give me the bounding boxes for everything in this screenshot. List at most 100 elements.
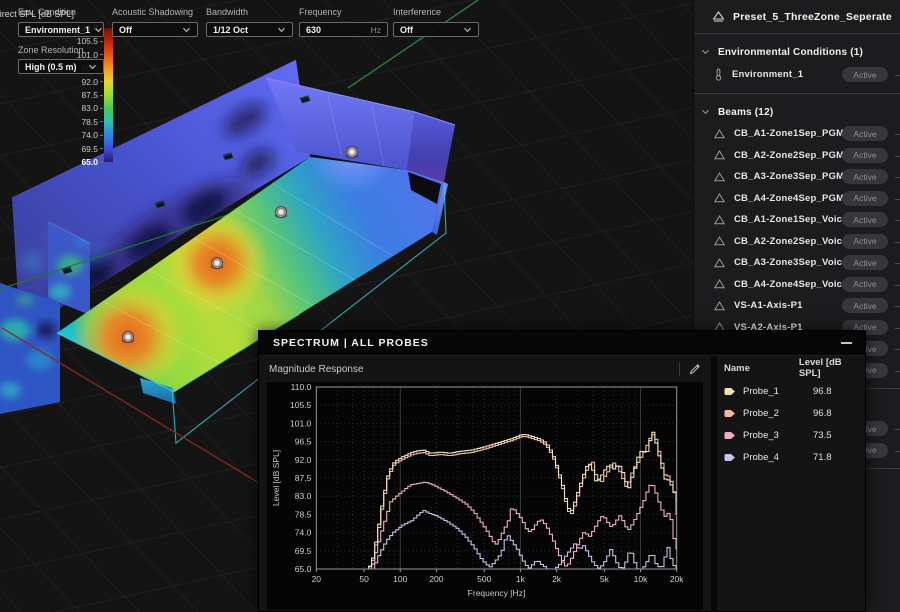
- field-value: Environment_1: [25, 25, 90, 35]
- list-item-cb-a3-zone3sep-pgm[interactable]: CB_A3-Zone3Sep_PGMActive →: [694, 166, 900, 188]
- dropdown-acoustic-shadowing[interactable]: Off: [112, 22, 198, 37]
- beam-icon: [714, 215, 725, 225]
- colorbar-tick-label: 92.0: [81, 77, 98, 87]
- table-row-probe_2[interactable]: Probe_296.8: [717, 402, 865, 424]
- tick-label: 83.0: [295, 491, 312, 501]
- beam-icon: [714, 236, 725, 246]
- arrow-right-icon[interactable]: →: [893, 300, 900, 311]
- probe-marker[interactable]: [275, 207, 288, 219]
- trace-probe_3: [363, 482, 677, 569]
- spectrum-panel-titlebar[interactable]: SPECTRUM | ALL PROBES: [259, 331, 865, 356]
- field-label-acoustic-shadowing: Acoustic Shadowing: [112, 7, 193, 17]
- arrow-right-icon[interactable]: →: [893, 193, 900, 204]
- colorbar-tick-mark: [100, 108, 103, 109]
- tick-label: 1k: [516, 574, 526, 584]
- table-header-level: Level [dB SPL]: [799, 357, 865, 379]
- thermometer-icon: [714, 68, 723, 81]
- preset-header[interactable]: Preset_5_ThreeZone_Seperate: [694, 0, 900, 34]
- list-item-cb-a2-zone2sep-pgm[interactable]: CB_A2-Zone2Sep_PGMActive→: [694, 145, 900, 167]
- beam-icon: [714, 258, 725, 268]
- colorbar-tick-label: 74.0: [81, 130, 98, 140]
- arrow-right-icon[interactable]: →: [893, 128, 900, 139]
- field-label-bandwidth: Bandwidth: [206, 7, 248, 17]
- arrow-right-icon[interactable]: →: [893, 171, 900, 182]
- list-item-cb-a2-zone2sep-voice[interactable]: CB_A2-Zone2Sep_VoiceActive→: [694, 231, 900, 253]
- dropdown-zone-resolution[interactable]: High (0.5 m): [18, 59, 104, 74]
- section-title: Beams (12): [718, 107, 773, 118]
- item-label: CB_A1-Zone1Sep_Voice: [734, 214, 848, 225]
- arrow-right-icon[interactable]: →: [893, 214, 900, 225]
- divider: [679, 362, 680, 376]
- list-item-cb-a4-zone4sep-voice[interactable]: CB_A4-Zone4Sep_VoiceActive→: [694, 274, 900, 296]
- colorbar-tick-label: 83.0: [81, 103, 98, 113]
- table-row-probe_4[interactable]: Probe_471.8: [717, 446, 865, 468]
- tick-label: 87.5: [295, 473, 312, 483]
- magnitude-response-chart[interactable]: 110.0105.5101.096.592.087.583.078.574.06…: [267, 382, 703, 610]
- colorbar-tick-mark: [100, 54, 103, 55]
- list-item-cb-a1-zone1sep-pgm[interactable]: CB_A1-Zone1Sep_PGMActive→: [694, 123, 900, 145]
- arrow-right-icon[interactable]: →: [893, 343, 900, 354]
- probe-marker[interactable]: [122, 332, 135, 344]
- spectrum-panel: SPECTRUM | ALL PROBES Magnitude Response…: [258, 330, 866, 612]
- list-item-cb-a1-zone1sep-voice[interactable]: CB_A1-Zone1Sep_VoiceActive →: [694, 209, 900, 231]
- spectrum-traces: [363, 432, 677, 569]
- probe-level: 96.8: [813, 408, 832, 419]
- edit-button[interactable]: [689, 363, 701, 375]
- item-label: CB_A4-Zone4Sep_PGM: [734, 193, 844, 204]
- chevron-down-icon: [463, 27, 472, 33]
- tick-label: 105.5: [290, 400, 312, 410]
- item-label: CB_A4-Zone4Sep_Voice: [734, 279, 848, 290]
- colorbar-tick-mark: [100, 148, 103, 149]
- status-badge: Active: [842, 212, 888, 227]
- arrow-right-icon[interactable]: →: [893, 69, 900, 80]
- probe-level: 71.8: [813, 452, 832, 463]
- probe-level: 73.5: [813, 430, 832, 441]
- dropdown-env-condition[interactable]: Environment_1: [18, 22, 104, 37]
- arrow-right-icon[interactable]: →: [893, 257, 900, 268]
- list-item-vs-a1-axis-p1[interactable]: VS-A1-Axis-P1Active→: [694, 295, 900, 317]
- arrow-right-icon[interactable]: →: [893, 322, 900, 333]
- field-value: Off: [119, 25, 178, 35]
- arrow-right-icon[interactable]: →: [893, 279, 900, 290]
- status-badge: Active: [842, 234, 888, 249]
- arrow-right-icon[interactable]: →: [893, 236, 900, 247]
- status-badge: Active: [842, 67, 888, 82]
- probe-marker[interactable]: [211, 258, 224, 270]
- dropdown-bandwidth[interactable]: 1/12 Oct: [206, 22, 293, 37]
- tick-label: 5k: [600, 574, 610, 584]
- section-header-beams-12[interactable]: Beams (12): [694, 94, 900, 123]
- list-item-cb-a3-zone3sep-voice[interactable]: CB_A3-Zone3Sep_VoiceActive→: [694, 252, 900, 274]
- arrow-right-icon[interactable]: →: [893, 423, 900, 434]
- tick-label: 92.0: [295, 455, 312, 465]
- tick-label: 69.5: [295, 546, 312, 556]
- field-value: 1/12 Oct: [213, 25, 273, 35]
- tick-label: 65.0: [295, 564, 312, 574]
- status-badge: Active: [842, 169, 888, 184]
- dropdown-interference[interactable]: Off: [393, 22, 479, 37]
- probe-marker[interactable]: [346, 147, 359, 159]
- chevron-down-icon: [701, 49, 710, 55]
- status-badge: Active: [842, 191, 888, 206]
- item-label: CB_A3-Zone3Sep_PGM: [734, 171, 844, 182]
- arrow-right-icon[interactable]: →: [893, 445, 900, 456]
- table-row-probe_3[interactable]: Probe_3 73.5: [717, 424, 865, 446]
- tick-label: 20k: [670, 574, 684, 584]
- probe-name: Probe_3: [743, 430, 799, 441]
- section-header-environmental-conditions-1[interactable]: Environmental Conditions (1): [694, 34, 900, 63]
- minimize-button[interactable]: [835, 334, 857, 352]
- trace-probe_1: [363, 432, 677, 569]
- chevron-down-icon: [277, 27, 286, 33]
- probe-tag-icon: [723, 431, 736, 440]
- colorbar-tick-label: 87.5: [81, 90, 98, 100]
- list-item-environment-1[interactable]: Environment_1Active→: [694, 63, 900, 86]
- arrow-right-icon[interactable]: →: [893, 150, 900, 161]
- spectrum-panel-title: SPECTRUM | ALL PROBES: [259, 337, 835, 349]
- arrow-right-icon[interactable]: →: [893, 365, 900, 376]
- tick-label: 100: [393, 574, 407, 584]
- tick-label: 74.0: [295, 528, 312, 538]
- table-row-probe_1[interactable]: Probe_196.8: [717, 380, 865, 402]
- tick-label: 2k: [552, 574, 562, 584]
- colorbar-tick-mark: [100, 121, 103, 122]
- input-frequency[interactable]: 630Hz: [299, 22, 388, 37]
- list-item-cb-a4-zone4sep-pgm[interactable]: CB_A4-Zone4Sep_PGMActive →: [694, 188, 900, 210]
